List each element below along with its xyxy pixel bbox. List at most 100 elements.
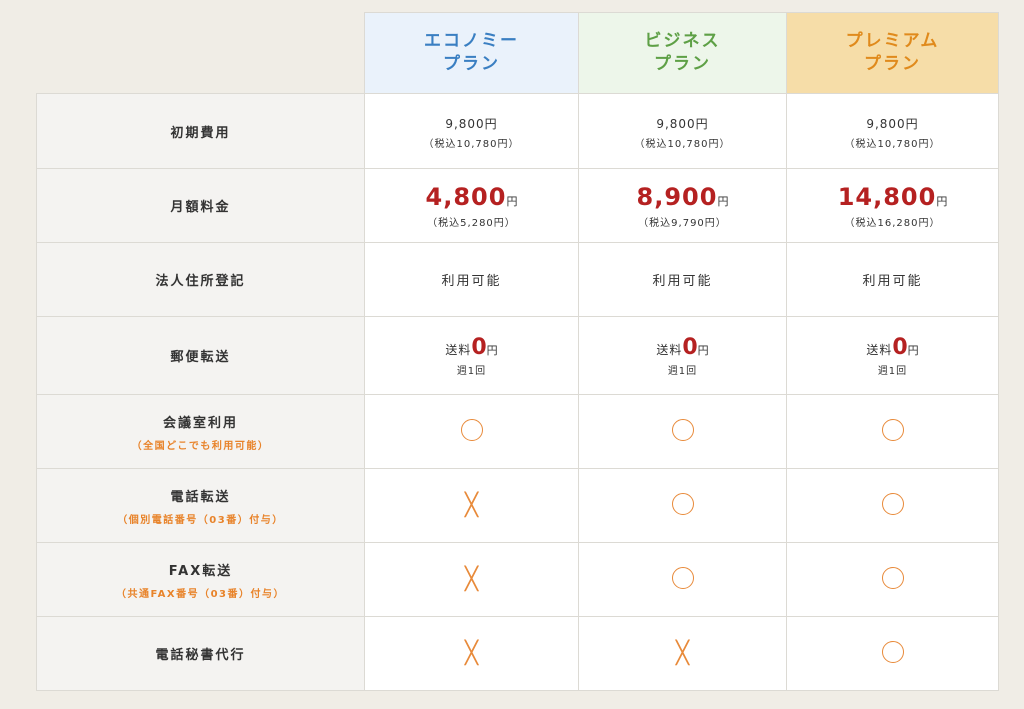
row-label-cell: 電話転送 （個別電話番号（03番）付与） <box>36 468 365 543</box>
shipping-amount: 0 <box>892 334 908 360</box>
row-initial-fee: 初期費用 9,800円 （税込10,780円） 9,800円 （税込10,780… <box>36 93 999 169</box>
tax-included: （税込10,780円） <box>634 138 731 150</box>
tax-included: （税込5,280円） <box>427 217 516 229</box>
monthly-price: 4,800 <box>425 182 507 211</box>
circle-icon <box>671 566 694 589</box>
phone-secretary-business: ╳ <box>578 616 787 691</box>
tax-included: （税込9,790円） <box>638 217 727 229</box>
yen-unit: 円 <box>697 343 709 357</box>
circle-icon <box>881 566 904 589</box>
corporate-address-business: 利用可能 <box>578 242 787 317</box>
cross-icon: ╳ <box>464 566 479 592</box>
row-phone-forwarding: 電話転送 （個別電話番号（03番）付与） ╳ <box>36 468 999 543</box>
row-corporate-address: 法人住所登記 利用可能 利用可能 利用可能 <box>36 242 999 317</box>
circle-icon <box>881 492 904 515</box>
header-corner <box>37 13 365 94</box>
row-label: 初期費用 <box>36 93 365 169</box>
phone-forwarding-business <box>578 468 787 543</box>
fax-forwarding-business <box>578 542 787 617</box>
circle-icon <box>881 418 904 441</box>
corporate-address-premium: 利用可能 <box>786 242 999 317</box>
shipping-label: 送料 <box>866 342 893 357</box>
row-label: FAX転送 <box>168 563 233 579</box>
yen-unit: 円 <box>506 194 518 208</box>
yen-unit: 円 <box>717 194 729 208</box>
initial-fee-premium: 9,800円 （税込10,780円） <box>786 93 999 169</box>
yen-unit: 円 <box>907 343 919 357</box>
row-phone-secretary: 電話秘書代行 ╳ ╳ <box>36 616 999 691</box>
circle-icon <box>460 418 483 441</box>
monthly-fee-business: 8,900円 （税込9,790円） <box>578 168 787 243</box>
row-meeting-room: 会議室利用 （全国どこでも利用可能） <box>36 394 999 469</box>
plan-name-economy: エコノミー <box>424 31 519 51</box>
plan-suffix-premium: プラン <box>864 54 921 74</box>
row-note: （共通FAX番号（03番）付与） <box>115 588 286 600</box>
row-label: 郵便転送 <box>36 316 365 395</box>
phone-secretary-premium <box>786 616 999 691</box>
tax-included: （税込10,780円） <box>844 138 941 150</box>
availability-text: 利用可能 <box>441 274 502 289</box>
phone-forwarding-premium <box>786 468 999 543</box>
fax-forwarding-premium <box>786 542 999 617</box>
plan-header-row: エコノミー プラン ビジネス プラン プレミアム プラン <box>37 12 999 94</box>
shipping-label: 送料 <box>445 342 472 357</box>
mail-forwarding-premium: 送料0円 週1回 <box>786 316 999 395</box>
row-label: 電話転送 <box>170 489 231 505</box>
cross-icon: ╳ <box>464 492 479 518</box>
meeting-room-economy <box>364 394 579 469</box>
circle-icon <box>671 492 694 515</box>
plan-header-economy: エコノミー プラン <box>364 12 579 94</box>
row-note: （個別電話番号（03番）付与） <box>117 514 284 526</box>
monthly-fee-premium: 14,800円 （税込16,280円） <box>786 168 999 243</box>
plan-header-business: ビジネス プラン <box>578 12 787 94</box>
price: 9,800円 <box>445 116 498 131</box>
yen-unit: 円 <box>936 194 948 208</box>
monthly-fee-economy: 4,800円 （税込5,280円） <box>364 168 579 243</box>
meeting-room-premium <box>786 394 999 469</box>
monthly-price: 8,900 <box>636 182 718 211</box>
frequency: 週1回 <box>667 365 698 377</box>
yen-unit: 円 <box>486 343 498 357</box>
row-label-cell: 会議室利用 （全国どこでも利用可能） <box>36 394 365 469</box>
initial-fee-economy: 9,800円 （税込10,780円） <box>364 93 579 169</box>
plan-header-premium: プレミアム プラン <box>786 12 999 94</box>
frequency: 週1回 <box>456 365 487 377</box>
row-fax-forwarding: FAX転送 （共通FAX番号（03番）付与） ╳ <box>36 542 999 617</box>
meeting-room-business <box>578 394 787 469</box>
row-label: 月額料金 <box>36 168 365 243</box>
mail-forwarding-economy: 送料0円 週1回 <box>364 316 579 395</box>
tax-included: （税込16,280円） <box>844 217 941 229</box>
plan-name-business: ビジネス <box>644 31 721 51</box>
frequency: 週1回 <box>877 365 908 377</box>
row-label: 法人住所登記 <box>36 242 365 317</box>
plan-comparison-table: エコノミー プラン ビジネス プラン プレミアム プラン 初期費用 9,800円… <box>36 12 999 691</box>
corporate-address-economy: 利用可能 <box>364 242 579 317</box>
phone-secretary-economy: ╳ <box>364 616 579 691</box>
plan-name-premium: プレミアム <box>845 31 940 51</box>
fax-forwarding-economy: ╳ <box>364 542 579 617</box>
phone-forwarding-economy: ╳ <box>364 468 579 543</box>
cross-icon: ╳ <box>464 640 479 666</box>
row-label: 会議室利用 <box>162 415 238 431</box>
cross-icon: ╳ <box>675 640 690 666</box>
row-label: 電話秘書代行 <box>36 616 365 691</box>
availability-text: 利用可能 <box>862 274 923 289</box>
tax-included: （税込10,780円） <box>423 138 520 150</box>
initial-fee-business: 9,800円 （税込10,780円） <box>578 93 787 169</box>
shipping-amount: 0 <box>682 334 698 360</box>
monthly-price: 14,800 <box>837 182 937 211</box>
shipping-amount: 0 <box>471 334 487 360</box>
price: 9,800円 <box>866 116 919 131</box>
row-mail-forwarding: 郵便転送 送料0円 週1回 送料0円 週1回 送料0円 週1回 <box>36 316 999 395</box>
plan-suffix-economy: プラン <box>443 54 500 74</box>
circle-icon <box>881 640 904 663</box>
price: 9,800円 <box>656 116 709 131</box>
row-monthly-fee: 月額料金 4,800円 （税込5,280円） 8,900円 （税込9,790円）… <box>36 168 999 243</box>
plan-suffix-business: プラン <box>654 54 711 74</box>
circle-icon <box>671 418 694 441</box>
mail-forwarding-business: 送料0円 週1回 <box>578 316 787 395</box>
availability-text: 利用可能 <box>652 274 713 289</box>
shipping-label: 送料 <box>656 342 683 357</box>
row-label-cell: FAX転送 （共通FAX番号（03番）付与） <box>36 542 365 617</box>
row-note: （全国どこでも利用可能） <box>131 440 270 452</box>
